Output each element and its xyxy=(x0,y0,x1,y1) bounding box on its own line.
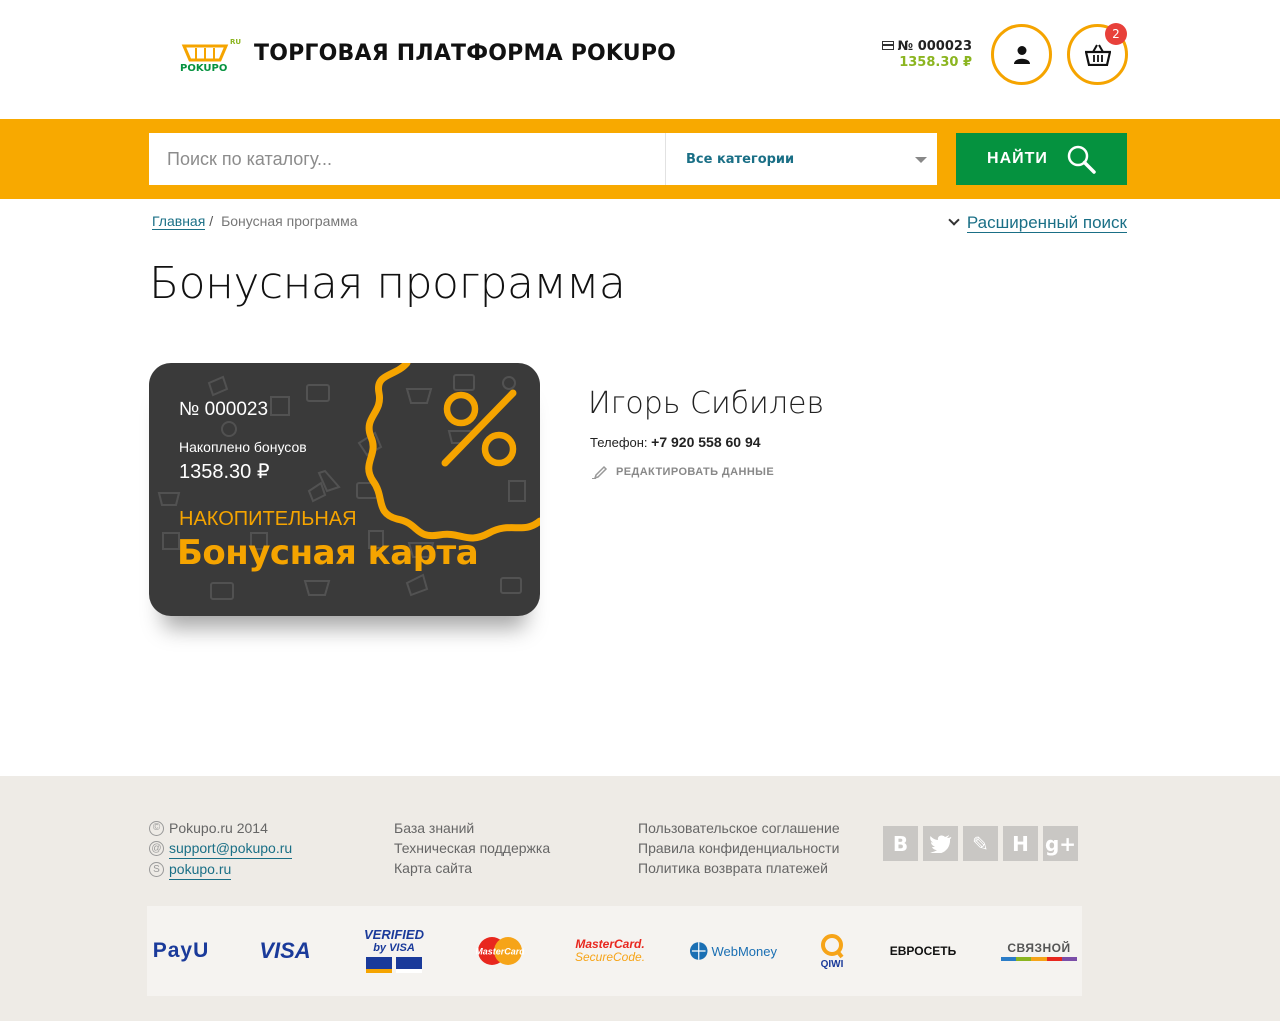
footer-contacts: © Pokupo.ru 2014 @ support@pokupo.ru Spoku… xyxy=(149,818,293,880)
footer-link-refund-policy[interactable]: Политика возврата платежей xyxy=(638,858,840,878)
site-footer: © Pokupo.ru 2014 @ support@pokupo.ru Spoku… xyxy=(0,776,1280,1021)
footer-legal-links: Пользовательское соглашение Правила конф… xyxy=(638,818,840,878)
euroset-logo: ЕВРОСЕТЬ xyxy=(889,944,957,958)
at-icon: @ xyxy=(149,841,164,856)
visa-logo: VISA xyxy=(259,938,311,963)
svyaznoy-stripe xyxy=(1001,957,1077,961)
search-button-label: НАЙТИ xyxy=(987,150,1048,167)
securecode-logo: MasterCard. SecureCode. xyxy=(574,937,646,964)
edit-profile-label: РЕДАКТИРОВАТЬ ДАННЫЕ xyxy=(616,466,775,478)
search-icon xyxy=(1067,145,1096,174)
svg-text:RU: RU xyxy=(230,38,241,46)
webmoney-logo: WebMoney xyxy=(689,906,777,996)
account-button[interactable] xyxy=(991,24,1052,85)
breadcrumb-current: Бонусная программа xyxy=(221,213,358,229)
footer-email-link[interactable]: support@pokupo.ru xyxy=(169,838,293,859)
svg-text:POKUPO: POKUPO xyxy=(180,63,227,74)
basket-icon xyxy=(1084,44,1111,66)
footer-link-privacy[interactable]: Правила конфиденциальности xyxy=(638,838,840,858)
card-kind: НАКОПИТЕЛЬНАЯ xyxy=(179,508,357,530)
globe-icon xyxy=(689,942,708,960)
google-plus-icon[interactable]: g+ xyxy=(1043,826,1078,861)
breadcrumb-home-link[interactable]: Главная xyxy=(152,213,206,230)
site-header: POKUPO RU ТОРГОВАЯ ПЛАТФОРМА POKUPO № 00… xyxy=(0,0,1280,119)
pokupo-logo[interactable]: POKUPO RU xyxy=(178,38,244,74)
card-number: № 000023 xyxy=(179,399,269,420)
chevron-down-icon xyxy=(915,157,927,163)
header-bonus-number: № 000023 xyxy=(897,39,972,54)
footer-link-support[interactable]: Техническая поддержка xyxy=(394,838,550,858)
category-select[interactable]: Все категории xyxy=(665,133,937,185)
site-title: ТОРГОВАЯ ПЛАТФОРМА POKUPO xyxy=(254,41,677,66)
phone-label: Телефон: xyxy=(590,435,648,450)
phone-value: +7 920 558 60 94 xyxy=(651,434,761,450)
cart-button[interactable]: 2 xyxy=(1067,23,1128,85)
bonus-card: № 000023 Накоплено бонусов 1358.30 ₽ НАК… xyxy=(149,363,540,616)
habr-icon[interactable]: H xyxy=(1003,826,1038,861)
payu-logo: PayU xyxy=(152,939,210,962)
edit-profile-link[interactable]: РЕДАКТИРОВАТЬ ДАННЫЕ xyxy=(592,465,774,479)
category-select-value: Все категории xyxy=(686,151,795,167)
header-bonus-summary[interactable]: № 000023 1358.30 ₽ xyxy=(881,39,972,70)
twitter-icon[interactable] xyxy=(923,826,958,861)
profile-phone: Телефон: +7 920 558 60 94 xyxy=(590,434,761,450)
search-input[interactable] xyxy=(149,133,665,185)
page-title: Бонусная программа xyxy=(149,258,626,309)
advanced-search-label: Расширенный поиск xyxy=(966,213,1127,233)
footer-link-user-agreement[interactable]: Пользовательское соглашение xyxy=(638,818,840,838)
mastercard-logo: MasterCard xyxy=(473,906,527,996)
livejournal-icon[interactable]: ✎ xyxy=(963,826,998,861)
header-bonus-amount: 1358.30 ₽ xyxy=(899,55,972,70)
card-name: Бонусная карта xyxy=(177,533,479,573)
search-button[interactable]: НАЙТИ xyxy=(956,133,1127,185)
svg-text:MasterCard: MasterCard xyxy=(476,947,524,957)
advanced-search-link[interactable]: Расширенный поиск xyxy=(948,213,1127,233)
card-accumulated-value: 1358.30 ₽ xyxy=(179,461,270,483)
social-links: В ✎ H g+ xyxy=(883,826,1078,861)
vk-icon[interactable]: В xyxy=(883,826,918,861)
verified-by-visa-logo: VERIFIED by VISA xyxy=(359,906,429,996)
profile-name: Игорь Сибилев xyxy=(588,386,825,421)
user-icon xyxy=(1013,45,1030,64)
skype-icon: S xyxy=(149,862,164,877)
visa-cards-icon xyxy=(366,957,422,973)
payment-methods: PayU VISA VERIFIED by VISA MasterCard Ma… xyxy=(147,906,1082,996)
breadcrumb-separator: / xyxy=(209,213,214,229)
chevron-down-icon xyxy=(948,214,960,226)
cart-count-badge: 2 xyxy=(1105,23,1127,45)
copyright-icon: © xyxy=(149,820,164,836)
card-icon xyxy=(881,41,894,50)
footer-skype-link[interactable]: pokupo.ru xyxy=(169,859,232,880)
footer-link-sitemap[interactable]: Карта сайта xyxy=(394,858,550,878)
breadcrumb: Главная / Бонусная программа xyxy=(152,213,358,230)
footer-copyright: Pokupo.ru 2014 xyxy=(169,820,268,836)
card-accumulated-label: Накоплено бонусов xyxy=(179,439,307,455)
svyaznoy-logo: СВЯЗНОЙ xyxy=(999,906,1079,996)
qiwi-logo: QIWI xyxy=(813,906,851,996)
pencil-icon xyxy=(592,465,608,479)
search-bar: Все категории НАЙТИ xyxy=(0,119,1280,199)
footer-help-links: База знаний Техническая поддержка Карта … xyxy=(394,818,550,878)
footer-link-knowledge-base[interactable]: База знаний xyxy=(394,818,550,838)
